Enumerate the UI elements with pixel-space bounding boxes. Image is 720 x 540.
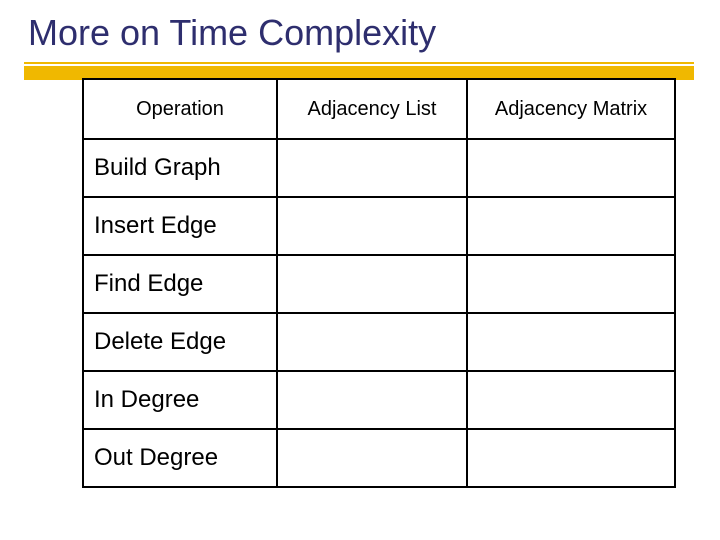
table-row: Out Degree — [83, 429, 675, 487]
table-row: Delete Edge — [83, 313, 675, 371]
col-header-adjacency-matrix: Adjacency Matrix — [467, 79, 675, 139]
col-header-adjacency-list: Adjacency List — [277, 79, 467, 139]
table-row: Find Edge — [83, 255, 675, 313]
page-title: More on Time Complexity — [28, 12, 436, 54]
cell — [277, 255, 467, 313]
divider-thin — [24, 62, 694, 64]
row-label-delete-edge: Delete Edge — [83, 313, 277, 371]
row-label-out-degree: Out Degree — [83, 429, 277, 487]
complexity-table: Operation Adjacency List Adjacency Matri… — [82, 78, 676, 488]
row-label-in-degree: In Degree — [83, 371, 277, 429]
cell — [277, 313, 467, 371]
cell — [277, 197, 467, 255]
slide: More on Time Complexity Operation Adjace… — [0, 0, 720, 540]
table-row: In Degree — [83, 371, 675, 429]
col-header-operation: Operation — [83, 79, 277, 139]
row-label-find-edge: Find Edge — [83, 255, 277, 313]
row-label-build-graph: Build Graph — [83, 139, 277, 197]
cell — [277, 371, 467, 429]
cell — [467, 139, 675, 197]
cell — [467, 313, 675, 371]
cell — [467, 371, 675, 429]
row-label-insert-edge: Insert Edge — [83, 197, 277, 255]
table-row: Build Graph — [83, 139, 675, 197]
cell — [467, 197, 675, 255]
table-header-row: Operation Adjacency List Adjacency Matri… — [83, 79, 675, 139]
cell — [277, 139, 467, 197]
cell — [467, 429, 675, 487]
table-row: Insert Edge — [83, 197, 675, 255]
cell — [277, 429, 467, 487]
cell — [467, 255, 675, 313]
